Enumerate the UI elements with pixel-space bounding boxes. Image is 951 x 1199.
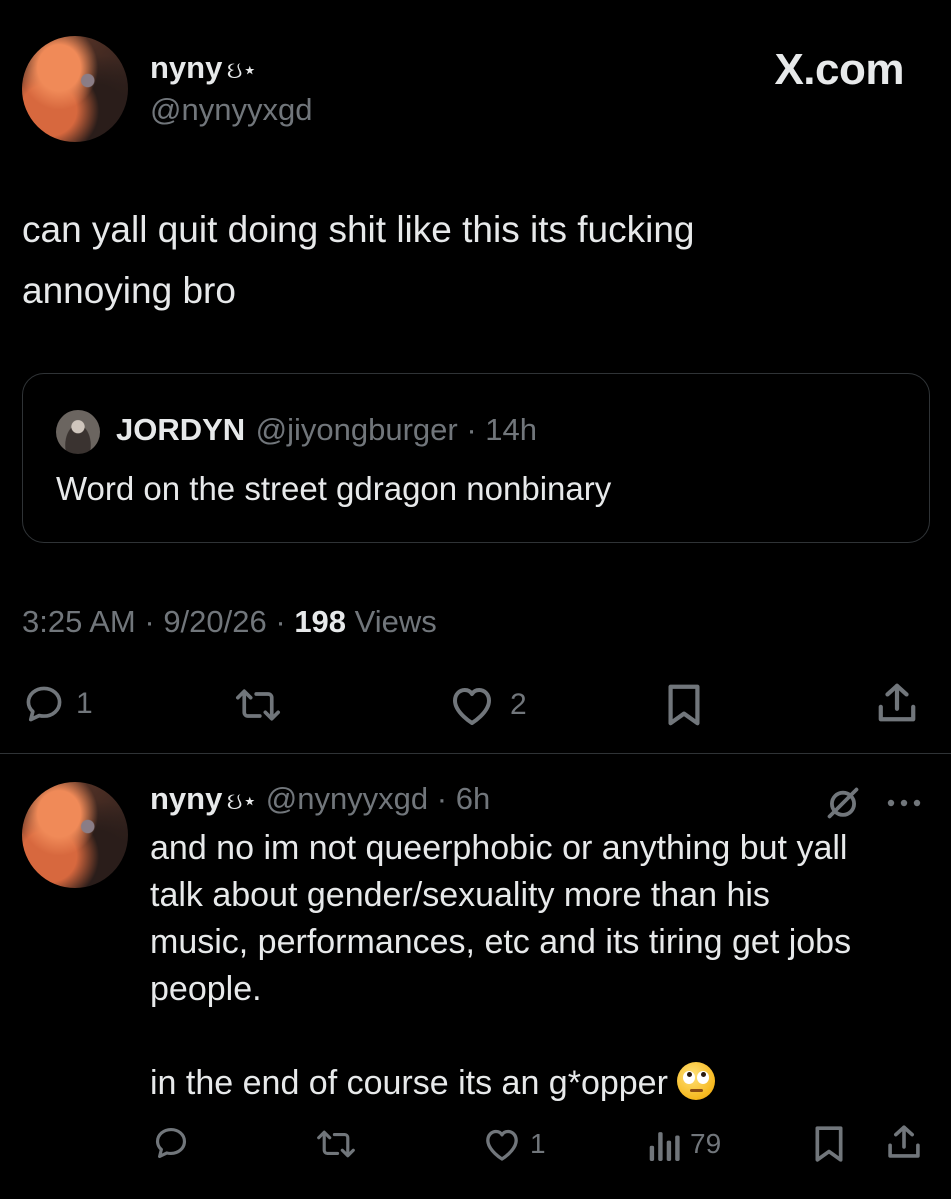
- bookmark-icon: [668, 684, 700, 726]
- reply-body: and no im not queerphobic or anything bu…: [150, 829, 852, 1102]
- reply-text: and no im not queerphobic or anything bu…: [150, 825, 940, 1107]
- more-button[interactable]: [886, 796, 922, 814]
- repost-icon: [317, 1130, 355, 1158]
- more-icon: [887, 799, 921, 807]
- reply-icon: [26, 686, 62, 722]
- quoted-handle: @jiyongburger: [255, 412, 458, 447]
- quoted-time: 14h: [485, 412, 538, 447]
- like-count: 2: [510, 688, 527, 721]
- tweet-date: 9/20/26: [163, 604, 267, 639]
- meta-separator: ·: [144, 604, 164, 639]
- quoted-header: JORDYN @jiyongburger · 14h: [116, 412, 537, 448]
- repost-icon: [236, 689, 280, 721]
- quoted-tweet-card[interactable]: JORDYN @jiyongburger · 14h Word on the s…: [22, 373, 930, 543]
- grok-button[interactable]: [824, 784, 862, 827]
- reply-views-button[interactable]: 79: [648, 1125, 721, 1163]
- heart-icon: [486, 1129, 518, 1161]
- reply-count: 1: [76, 687, 93, 720]
- reply-handle[interactable]: @nynyyxgd: [266, 781, 428, 816]
- views-label: Views: [354, 604, 437, 639]
- meta-separator: ·: [275, 604, 295, 639]
- reply-icon: [155, 1127, 187, 1159]
- share-icon: [888, 1125, 920, 1158]
- divider: [0, 753, 951, 754]
- like-button[interactable]: 2: [448, 683, 527, 727]
- quoted-separator: ·: [457, 412, 486, 447]
- bookmark-button[interactable]: [664, 682, 704, 728]
- share-icon: [878, 683, 916, 722]
- author-handle[interactable]: @nynyyxgd: [150, 92, 312, 128]
- reply-display-name[interactable]: nyny: [150, 781, 222, 816]
- reply-repost-button[interactable]: [314, 1125, 358, 1163]
- quoted-avatar: [56, 410, 100, 454]
- reply-time[interactable]: 6h: [456, 781, 490, 816]
- repost-button[interactable]: [232, 683, 284, 727]
- reply-button[interactable]: 1: [22, 682, 93, 726]
- reply-header: nyny ઇ⋆ @nynyyxgd · 6h: [150, 781, 490, 817]
- reply-like-count: 1: [530, 1128, 546, 1159]
- bookmark-icon: [815, 1126, 843, 1162]
- tweet-meta: 3:25 AM · 9/20/26 · 198 Views: [22, 604, 437, 640]
- reply-reply-button[interactable]: [152, 1124, 190, 1162]
- rolling-eyes-emoji: [677, 1062, 716, 1100]
- quoted-display-name: JORDYN: [116, 412, 246, 447]
- reply-share-button[interactable]: [886, 1122, 922, 1162]
- tweet-text: can yall quit doing shit like this its f…: [22, 209, 695, 311]
- slashed-circle-icon: [827, 787, 859, 819]
- reply-separator: ·: [428, 781, 456, 816]
- heart-icon: [453, 688, 491, 725]
- reply-name-decoration: ઇ⋆: [226, 788, 258, 815]
- reply-avatar[interactable]: [22, 782, 128, 888]
- avatar[interactable]: [22, 36, 128, 142]
- tweet-time: 3:25 AM: [22, 604, 136, 639]
- author-name-row[interactable]: nyny ઇ⋆: [150, 50, 257, 86]
- share-button[interactable]: [876, 680, 918, 726]
- x-brand-logo: X.com: [774, 45, 904, 94]
- reply-bookmark-button[interactable]: [812, 1124, 846, 1164]
- reply-like-button[interactable]: 1: [482, 1125, 546, 1163]
- author-name-decoration: ઇ⋆: [226, 57, 258, 84]
- views-icon: [649, 1132, 680, 1161]
- quoted-text: Word on the street gdragon nonbinary: [56, 470, 612, 507]
- views-count: 198: [294, 604, 347, 639]
- reply-views-count: 79: [690, 1128, 722, 1159]
- author-display-name: nyny: [150, 50, 223, 85]
